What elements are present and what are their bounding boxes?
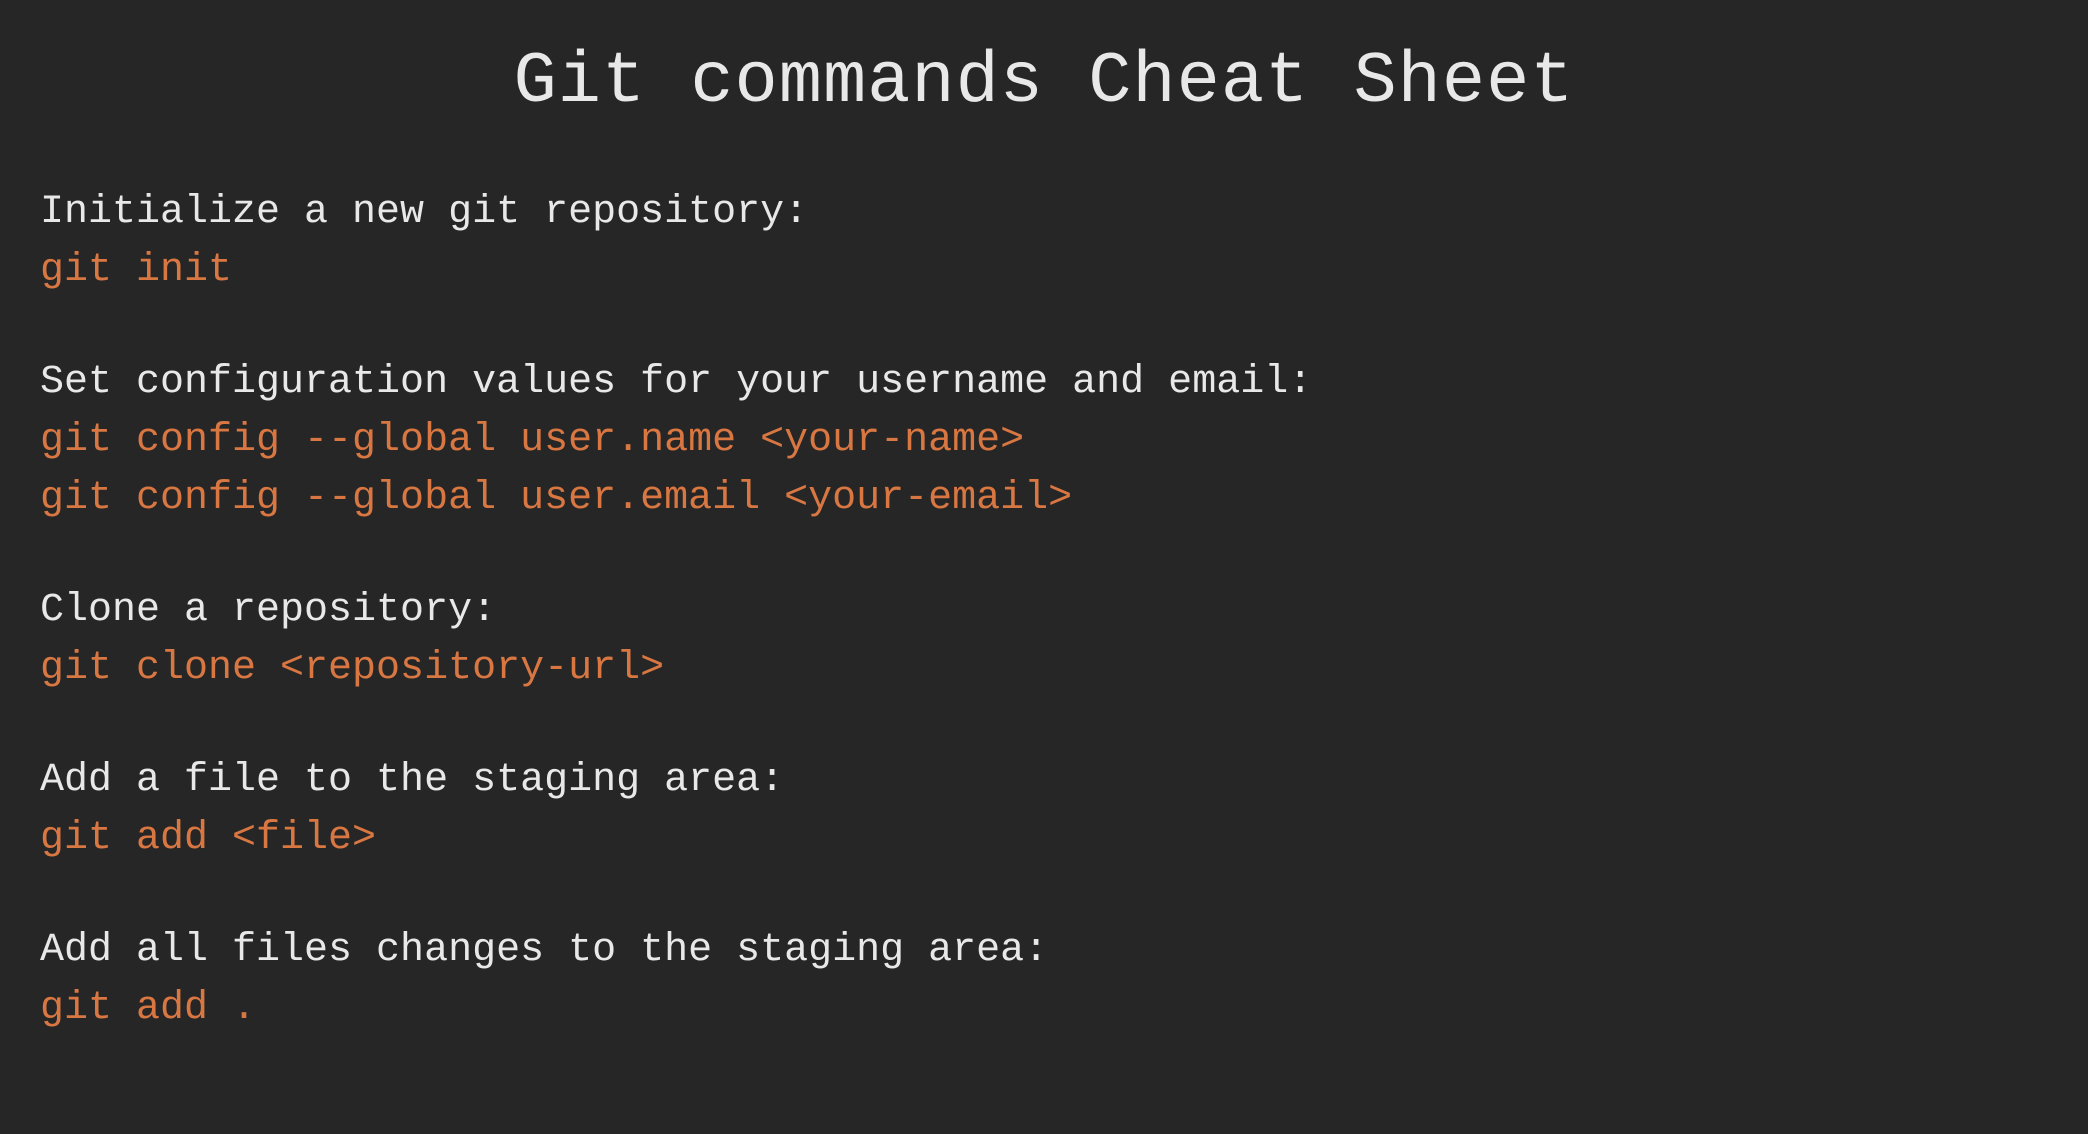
section-add-all: Add all files changes to the staging are… — [40, 922, 2048, 1038]
section-clone: Clone a repository: git clone <repositor… — [40, 582, 2048, 698]
section-desc: Add all files changes to the staging are… — [40, 922, 2048, 980]
section-command: git add <file> — [40, 810, 2048, 868]
section-add-file: Add a file to the staging area: git add … — [40, 752, 2048, 868]
page-title: Git commands Cheat Sheet — [40, 30, 2048, 134]
section-command: git init — [40, 242, 2048, 300]
section-desc: Clone a repository: — [40, 582, 2048, 640]
section-command: git add . — [40, 980, 2048, 1038]
section-desc: Set configuration values for your userna… — [40, 354, 2048, 412]
section-command: git clone <repository-url> — [40, 640, 2048, 698]
section-desc: Initialize a new git repository: — [40, 184, 2048, 242]
section-command: git config --global user.name <your-name… — [40, 412, 2048, 470]
section-init: Initialize a new git repository: git ini… — [40, 184, 2048, 300]
section-config: Set configuration values for your userna… — [40, 354, 2048, 528]
section-command: git config --global user.email <your-ema… — [40, 470, 2048, 528]
section-desc: Add a file to the staging area: — [40, 752, 2048, 810]
